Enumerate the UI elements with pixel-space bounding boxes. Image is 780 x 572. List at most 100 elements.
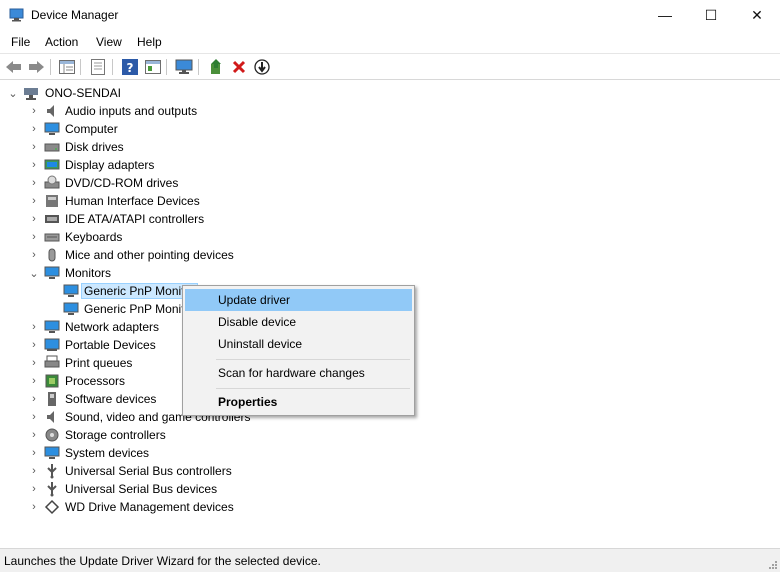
expand-arrow-icon[interactable]: › (28, 408, 40, 426)
svg-text:?: ? (126, 61, 133, 75)
close-button[interactable]: ✕ (734, 0, 780, 30)
computer-root-icon (24, 88, 38, 100)
tree-category-label: Human Interface Devices (65, 194, 200, 208)
disk-drive-icon (44, 143, 60, 152)
monitor-icon (63, 284, 79, 297)
tree-category-row[interactable]: › Computer (1, 120, 301, 138)
title-bar[interactable]: Device Manager — ☐ ✕ (0, 0, 780, 31)
uninstall-device-icon[interactable] (228, 57, 249, 77)
monitor-icon (63, 302, 79, 315)
expand-arrow-icon[interactable]: › (28, 498, 40, 516)
monitor-icon (44, 266, 60, 279)
tree-category-row[interactable]: › Storage controllers (1, 426, 301, 444)
tree-category-label: Portable Devices (65, 338, 156, 352)
expand-arrow-icon[interactable]: › (28, 354, 40, 372)
status-text: Launches the Update Driver Wizard for th… (4, 554, 321, 568)
expand-arrow-icon[interactable]: › (28, 228, 40, 246)
menu-update-driver[interactable]: Update driver (185, 289, 412, 311)
collapse-arrow-icon[interactable]: ⌄ (7, 84, 19, 102)
processor-icon (45, 374, 59, 388)
expand-arrow-icon[interactable]: › (28, 210, 40, 228)
ide-controller-icon (45, 215, 59, 223)
display-adapter-icon (44, 159, 60, 170)
show-hide-tree-icon[interactable] (56, 57, 77, 77)
expand-arrow-icon[interactable]: › (28, 390, 40, 408)
system-device-icon (44, 446, 60, 459)
menu-bar: File Action View Help (0, 31, 780, 53)
expand-arrow-icon[interactable]: › (28, 426, 40, 444)
tree-category-label: Processors (65, 374, 126, 388)
tree-category-label: IDE ATA/ATAPI controllers (65, 212, 205, 226)
tree-category-row[interactable]: › System devices (1, 444, 301, 462)
tree-category-row[interactable]: › Human Interface Devices (1, 192, 301, 210)
back-arrow-icon[interactable] (3, 57, 24, 77)
expand-arrow-icon[interactable]: › (28, 318, 40, 336)
printer-icon (44, 355, 60, 368)
portable-device-icon (44, 338, 60, 351)
expand-arrow-icon[interactable]: › (28, 246, 40, 264)
minimize-button[interactable]: — (642, 0, 688, 30)
resize-grip-icon[interactable] (768, 560, 778, 570)
storage-controller-icon (45, 428, 59, 442)
expand-arrow-icon[interactable]: › (28, 480, 40, 498)
software-device-icon (48, 392, 56, 406)
tree-category-label: System devices (65, 446, 150, 460)
collapse-arrow-icon[interactable]: ⌄ (28, 264, 40, 282)
update-driver-icon[interactable] (205, 57, 226, 77)
expand-arrow-icon[interactable]: › (28, 444, 40, 462)
maximize-button[interactable]: ☐ (688, 0, 734, 30)
expand-arrow-icon[interactable]: › (28, 102, 40, 120)
help-icon[interactable]: ? (119, 57, 140, 77)
expand-arrow-icon[interactable]: › (28, 462, 40, 480)
tree-category-label: Keyboards (65, 230, 123, 244)
tree-category-row[interactable]: › Universal Serial Bus controllers (1, 462, 301, 480)
tree-category-row[interactable]: › Keyboards (1, 228, 301, 246)
tree-category-label: WD Drive Management devices (65, 500, 234, 514)
menu-separator (216, 388, 410, 389)
properties-icon[interactable] (87, 57, 108, 77)
forward-arrow-icon[interactable] (25, 57, 46, 77)
toolbar: ? (0, 53, 780, 80)
tree-category-row[interactable]: › Disk drives (1, 138, 301, 156)
tree-category-label: Display adapters (65, 158, 155, 172)
dvd-drive-icon (44, 175, 60, 189)
menu-file[interactable]: File (11, 35, 30, 49)
context-menu: Update driver Disable device Uninstall d… (182, 285, 415, 416)
status-bar: Launches the Update Driver Wizard for th… (0, 548, 780, 572)
tree-category-row[interactable]: › IDE ATA/ATAPI controllers (1, 210, 301, 228)
tree-category-row[interactable]: › Display adapters (1, 156, 301, 174)
keyboard-icon (44, 233, 60, 242)
tree-category-row[interactable]: › Mice and other pointing devices (1, 246, 301, 264)
menu-scan-hardware[interactable]: Scan for hardware changes (185, 362, 412, 384)
menu-help[interactable]: Help (137, 35, 162, 49)
view-options-icon[interactable] (142, 57, 163, 77)
tree-category-label: Network adapters (65, 320, 160, 334)
menu-uninstall-device[interactable]: Uninstall device (185, 333, 412, 355)
tree-category-row[interactable]: › DVD/CD-ROM drives (1, 174, 301, 192)
tree-category-row[interactable]: › Audio inputs and outputs (1, 102, 301, 120)
expand-arrow-icon[interactable]: › (28, 174, 40, 192)
menu-properties[interactable]: Properties (185, 391, 412, 413)
expand-arrow-icon[interactable]: › (28, 120, 40, 138)
tree-category-label: Mice and other pointing devices (65, 248, 234, 262)
tree-category-row[interactable]: › Universal Serial Bus devices (1, 480, 301, 498)
menu-view[interactable]: View (96, 35, 122, 49)
tree-category-row[interactable]: ⌄ Monitors (1, 264, 301, 282)
speaker-icon (47, 105, 54, 117)
tree-category-row[interactable]: › WD Drive Management devices (1, 498, 301, 516)
menu-disable-device[interactable]: Disable device (185, 311, 412, 333)
expand-arrow-icon[interactable]: › (28, 156, 40, 174)
hid-icon (46, 195, 58, 207)
tree-category-label: Universal Serial Bus controllers (65, 464, 232, 478)
menu-separator (216, 359, 410, 360)
expand-arrow-icon[interactable]: › (28, 138, 40, 156)
tree-root[interactable]: ⌄ ONO-SENDAI (1, 84, 301, 102)
expand-arrow-icon[interactable]: › (28, 192, 40, 210)
expand-arrow-icon[interactable]: › (28, 336, 40, 354)
tree-category-label: DVD/CD-ROM drives (65, 176, 179, 190)
scan-hardware-icon[interactable] (173, 57, 194, 77)
usb-icon (47, 464, 57, 479)
expand-arrow-icon[interactable]: › (28, 372, 40, 390)
menu-action[interactable]: Action (45, 35, 78, 49)
disable-device-icon[interactable] (251, 57, 272, 77)
